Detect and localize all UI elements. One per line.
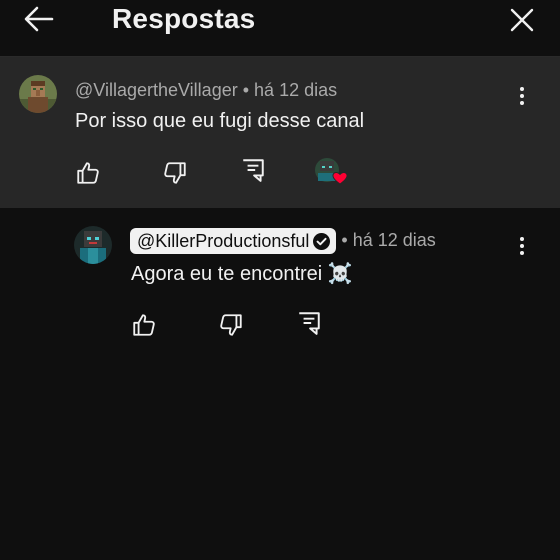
creator-heart-icon — [315, 158, 348, 185]
like-icon — [133, 314, 155, 336]
page-title: Respostas — [112, 3, 256, 34]
like-button[interactable] — [75, 160, 101, 186]
meta-separator: • — [242, 80, 250, 100]
reply-button[interactable] — [240, 157, 266, 183]
verified-check-icon — [313, 232, 331, 250]
arrow-left-icon — [24, 6, 54, 32]
villager-avatar-icon — [19, 75, 57, 113]
comment-timestamp[interactable]: há 12 dias — [353, 230, 436, 250]
parent-comment: @VillagertheVillager • há 12 dias Por is… — [0, 57, 560, 208]
reply-icon — [243, 159, 264, 182]
reply-button[interactable] — [296, 310, 322, 336]
comment-timestamp[interactable]: há 12 dias — [254, 80, 337, 100]
dislike-button[interactable] — [218, 312, 244, 338]
reply-icon — [299, 312, 320, 335]
meta-separator: • — [341, 229, 348, 250]
creator-author-chip[interactable]: @KillerProductionsful — [130, 228, 337, 254]
header-bar: Respostas — [0, 0, 560, 57]
like-button[interactable] — [131, 312, 157, 338]
comment-author[interactable]: @VillagertheVillager — [75, 80, 238, 100]
close-icon — [510, 8, 534, 32]
dislike-icon — [220, 314, 242, 336]
creator-heart-badge — [314, 157, 350, 187]
more-options-button[interactable] — [517, 234, 527, 258]
comment-text: Por isso que eu fugi desse canal — [75, 110, 365, 132]
avatar[interactable] — [74, 226, 112, 264]
dislike-button[interactable] — [162, 160, 188, 186]
close-button[interactable] — [508, 6, 536, 34]
more-options-button[interactable] — [517, 84, 527, 108]
back-button[interactable] — [22, 4, 56, 34]
like-icon — [77, 162, 99, 184]
dislike-icon — [164, 162, 186, 184]
comment-meta: @KillerProductionsful • há 12 dias — [130, 228, 436, 254]
killer-avatar-icon — [74, 226, 112, 264]
comment-author: @KillerProductionsful — [137, 231, 310, 251]
avatar[interactable] — [19, 75, 57, 113]
comment-meta: @VillagertheVillager • há 12 dias — [75, 79, 337, 101]
comment-text: Agora eu te encontrei ☠️ — [131, 263, 353, 285]
